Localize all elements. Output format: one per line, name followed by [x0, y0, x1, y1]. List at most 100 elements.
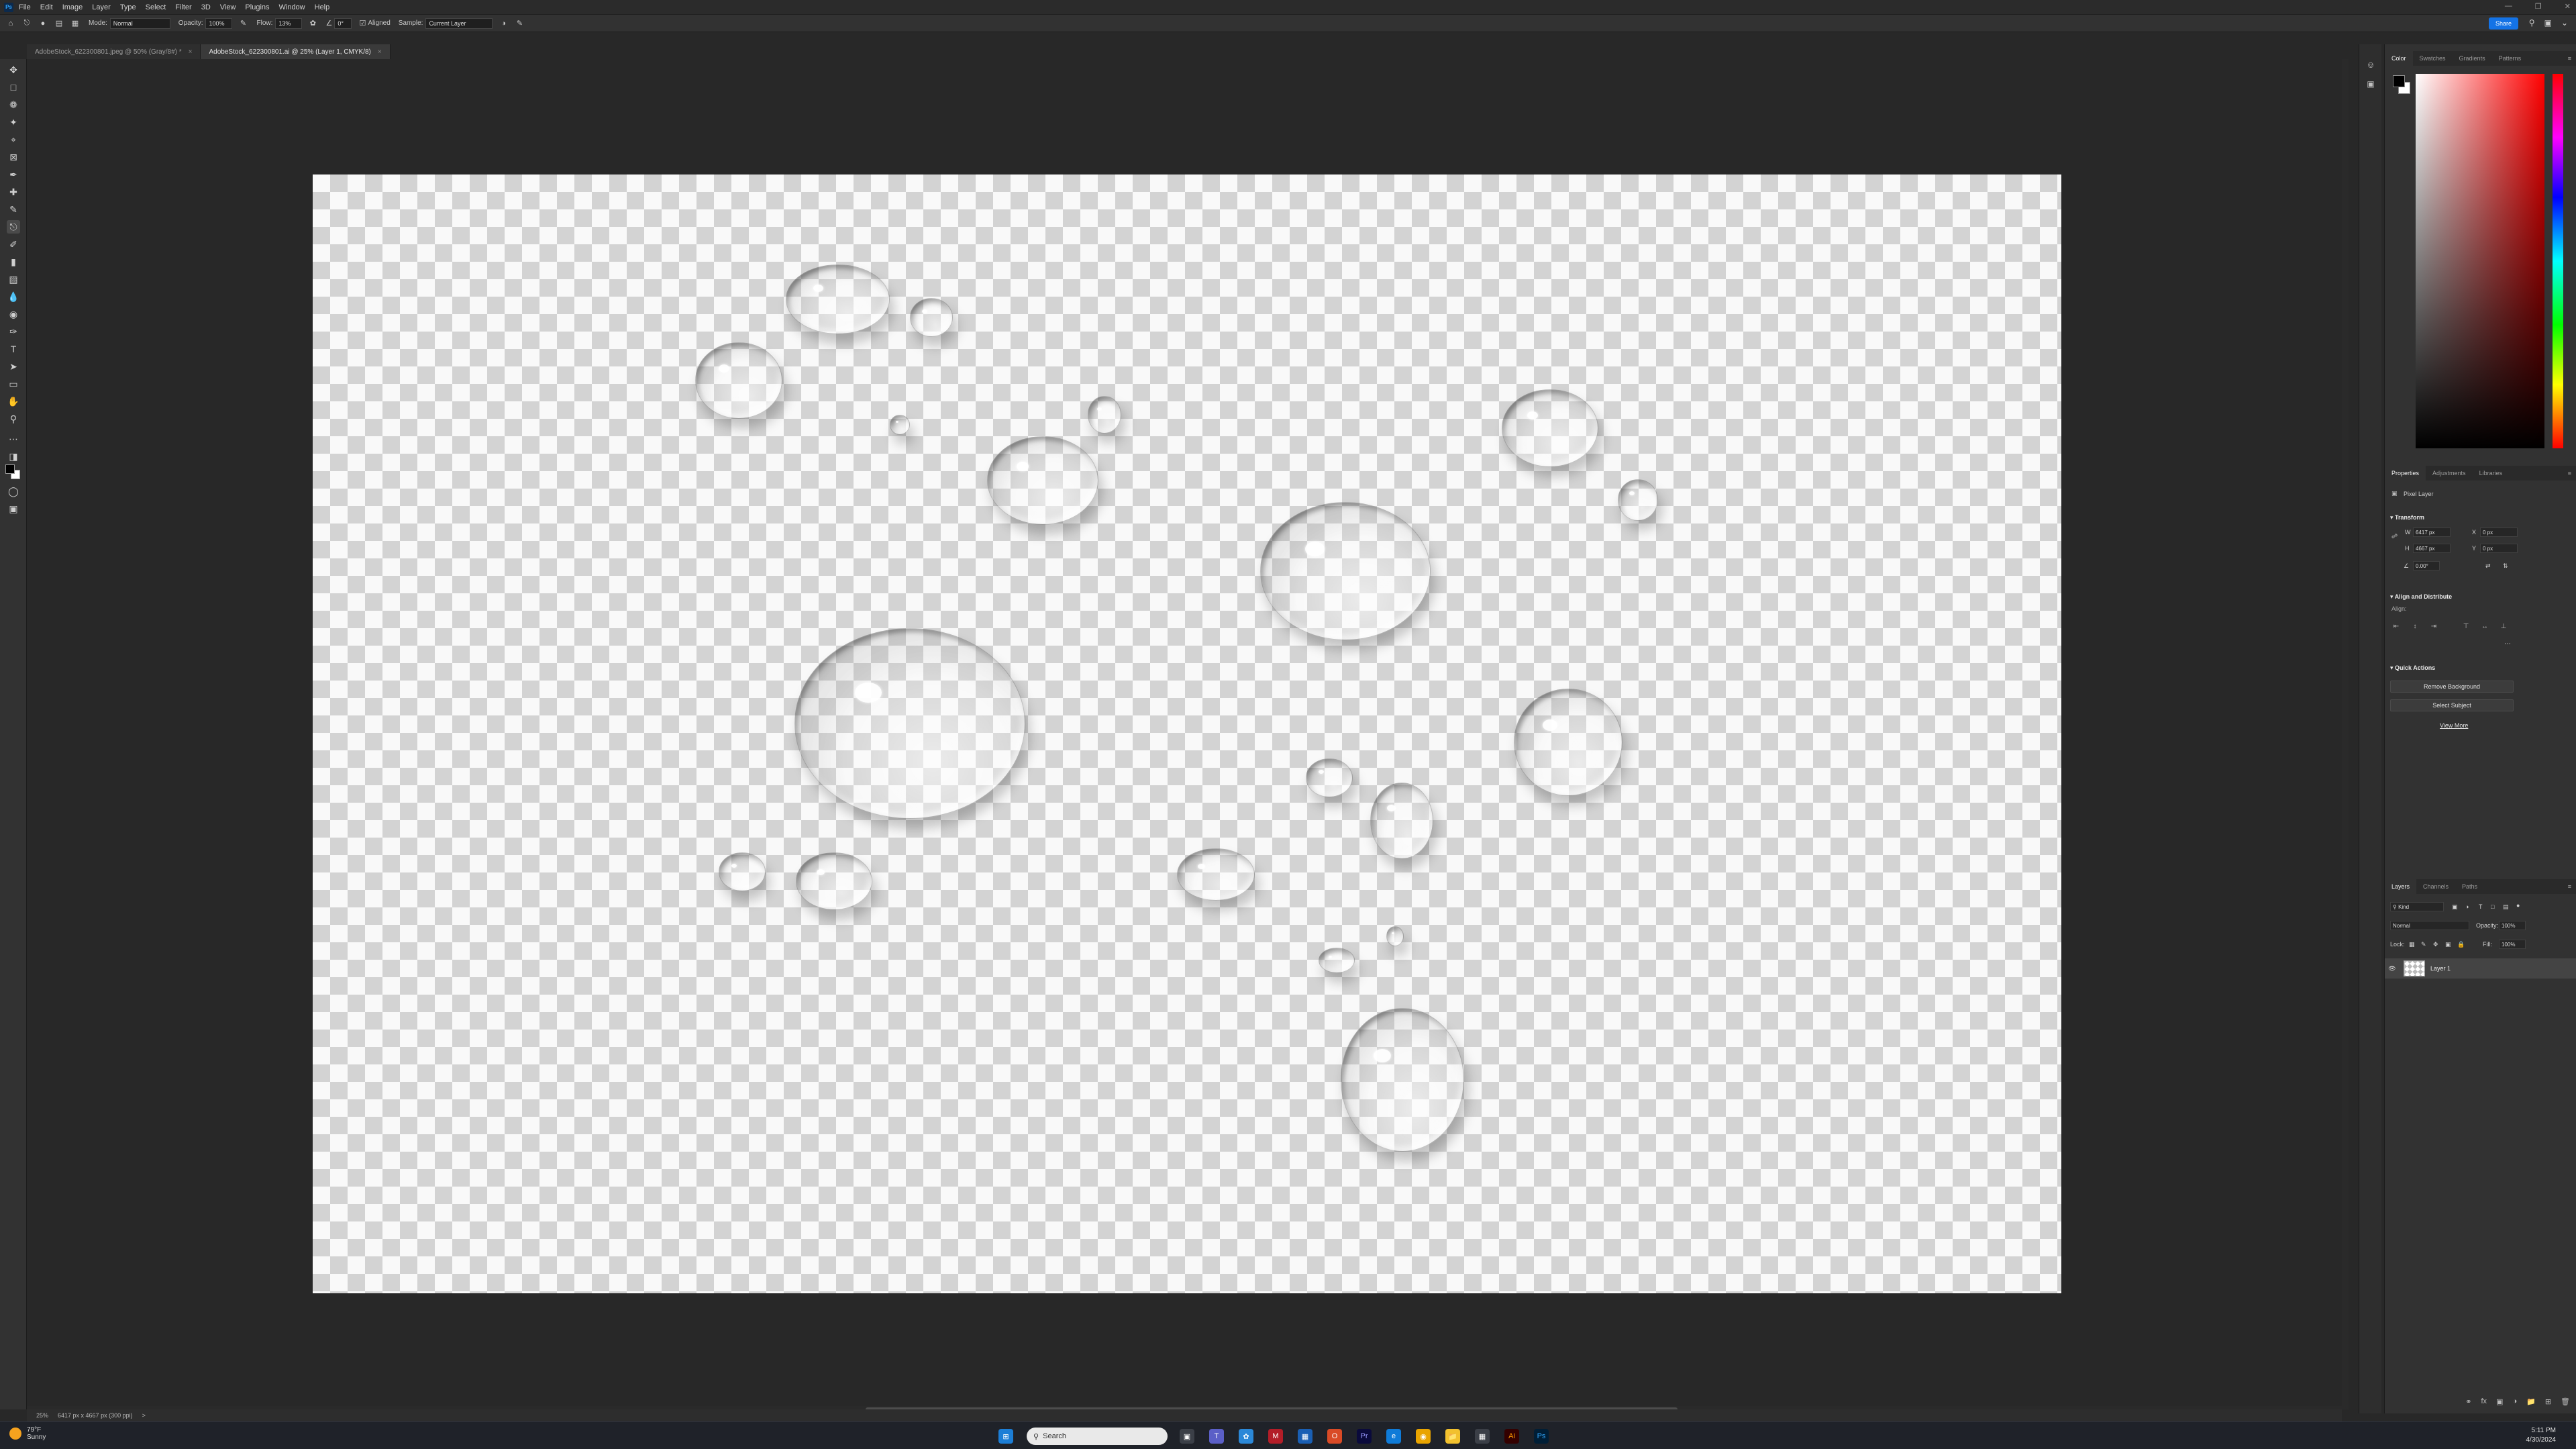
view-more-link[interactable]: View More — [2440, 722, 2468, 729]
more-align-icon[interactable]: ⋯ — [2503, 639, 2512, 648]
taskbar-search[interactable]: ⚲ Search — [1027, 1428, 1168, 1445]
tab-document-ai[interactable]: AdobeStock_622300801.ai @ 25% (Layer 1, … — [201, 44, 391, 59]
tab-patterns[interactable]: Patterns — [2492, 51, 2528, 66]
quick-mask-icon[interactable]: ◯ — [7, 485, 20, 498]
tab-adjustments[interactable]: Adjustments — [2426, 466, 2473, 481]
close-tab-icon[interactable]: × — [378, 48, 382, 56]
align-middle-v-icon[interactable]: ↔ — [2480, 621, 2489, 631]
task-view-icon[interactable]: ▣ — [1180, 1429, 1194, 1444]
brush-settings-icon[interactable]: ▤ — [54, 18, 64, 29]
dodge-tool-icon[interactable]: ◉ — [7, 307, 20, 321]
tab-layers[interactable]: Layers — [2385, 879, 2417, 894]
new-layer-icon[interactable]: ⊞ — [2545, 1397, 2551, 1409]
layer-row[interactable]: 👁 Layer 1 — [2385, 958, 2576, 979]
brush-tool-icon[interactable]: ✎ — [7, 203, 20, 216]
flip-vertical-icon[interactable]: ⇅ — [2503, 562, 2508, 570]
system-tray-clock[interactable]: 5:11 PM 4/30/2024 — [2526, 1426, 2557, 1445]
zoom-level[interactable]: 25% — [36, 1412, 48, 1419]
pressure-size-icon[interactable]: ✎ — [514, 18, 525, 29]
align-left-icon[interactable]: ⇤ — [2391, 621, 2401, 631]
remove-background-button[interactable]: Remove Background — [2390, 681, 2514, 693]
close-tab-icon[interactable]: × — [189, 48, 193, 56]
menu-file[interactable]: File — [19, 3, 31, 11]
menu-view[interactable]: View — [220, 3, 236, 11]
menu-3d[interactable]: 3D — [201, 3, 211, 11]
visibility-eye-icon[interactable]: 👁 — [2385, 965, 2400, 972]
flip-horizontal-icon[interactable]: ⇄ — [2485, 562, 2491, 570]
menu-select[interactable]: Select — [146, 3, 166, 11]
zoom-tool-icon[interactable]: ⚲ — [7, 412, 20, 426]
comments-panel-icon[interactable]: ▣ — [2365, 78, 2377, 90]
tab-libraries[interactable]: Libraries — [2473, 466, 2510, 481]
gradient-tool-icon[interactable]: ▨ — [7, 272, 20, 286]
pen-tool-icon[interactable]: ✑ — [7, 325, 20, 338]
photoshop-taskbar-icon[interactable]: Ps — [1534, 1429, 1549, 1444]
brush-preset-icon[interactable]: ● — [38, 18, 48, 29]
search-icon[interactable]: ⚲ — [2529, 18, 2535, 28]
menu-help[interactable]: Help — [315, 3, 330, 11]
quick-actions-section-title[interactable]: ▾ Quick Actions — [2390, 664, 2435, 672]
foreground-swatch[interactable] — [2393, 75, 2405, 87]
y-field[interactable]: 0 px — [2480, 544, 2518, 553]
angle-field[interactable]: 0.00° — [2413, 561, 2440, 570]
eraser-tool-icon[interactable]: ▮ — [7, 255, 20, 268]
start-icon[interactable]: ⊞ — [998, 1429, 1013, 1444]
photoshop-logo-icon[interactable]: Ps — [4, 2, 13, 12]
menu-window[interactable]: Window — [279, 3, 305, 11]
clone-source-icon[interactable]: ▦ — [70, 18, 81, 29]
copilot-icon[interactable]: ✿ — [1239, 1429, 1253, 1444]
adjustment-layer-icon[interactable]: ◑ — [2512, 1397, 2517, 1409]
edge-icon[interactable]: e — [1386, 1429, 1401, 1444]
align-top-icon[interactable]: ⊤ — [2461, 621, 2471, 631]
foreground-color-swatch[interactable] — [5, 464, 15, 474]
select-subject-button[interactable]: Select Subject — [2390, 699, 2514, 711]
history-brush-tool-icon[interactable]: ✐ — [7, 238, 20, 251]
crop-tool-icon[interactable]: ⌖ — [7, 133, 20, 146]
panel-menu-icon[interactable]: ≡ — [2568, 55, 2571, 62]
filter-shape-icon[interactable]: □ — [2491, 903, 2494, 910]
close-window-icon[interactable]: ✕ — [2565, 2, 2571, 11]
move-tool-icon[interactable]: ✥ — [7, 63, 20, 77]
color-picker-field[interactable] — [2416, 74, 2544, 448]
ignore-adjustment-layers-icon[interactable]: ◑ — [498, 18, 509, 29]
file-explorer-icon[interactable]: 📁 — [1445, 1429, 1460, 1444]
layer-name[interactable]: Layer 1 — [2430, 965, 2451, 972]
illustrator-icon[interactable]: Ai — [1504, 1429, 1519, 1444]
calculator-icon[interactable]: ▦ — [1475, 1429, 1490, 1444]
clone-stamp-tool-icon[interactable]: ⎋ — [21, 18, 32, 29]
more-tools-icon[interactable]: ⋯ — [7, 432, 20, 446]
hue-slider[interactable] — [2553, 74, 2563, 448]
mcafee-icon[interactable]: M — [1268, 1429, 1283, 1444]
default-colors-icon[interactable]: ◨ — [7, 450, 20, 463]
type-tool-icon[interactable]: T — [7, 342, 20, 356]
healing-brush-tool-icon[interactable]: ✚ — [7, 185, 20, 199]
lock-artboard-icon[interactable]: ▣ — [2445, 941, 2451, 948]
lasso-tool-icon[interactable]: ❁ — [7, 98, 20, 111]
layer-opacity-input[interactable]: 100% — [2499, 921, 2526, 930]
clone-stamp-tool-icon[interactable]: ⎋ — [7, 220, 20, 234]
layer-filter-kind[interactable]: ⚲ Kind — [2390, 902, 2444, 911]
width-field[interactable]: 6417 px — [2413, 528, 2451, 537]
lock-image-icon[interactable]: ✎ — [2421, 941, 2426, 948]
blend-mode-select[interactable]: Normal — [2390, 921, 2469, 930]
menu-edit[interactable]: Edit — [40, 3, 53, 11]
tab-document-jpeg[interactable]: AdobeStock_622300801.jpeg @ 50% (Gray/8#… — [27, 44, 201, 59]
tab-gradients[interactable]: Gradients — [2453, 51, 2492, 66]
aligned-checkbox[interactable]: ☑ — [357, 18, 368, 29]
filter-pixel-icon[interactable]: ▣ — [2452, 903, 2458, 911]
eyedropper-tool-icon[interactable]: ✒ — [7, 168, 20, 181]
filter-smart-object-icon[interactable]: ▤ — [2503, 903, 2509, 911]
angle-icon[interactable]: ∠ — [323, 18, 334, 29]
workspace-menu-icon[interactable]: ⌄ — [2561, 18, 2568, 28]
align-section-title[interactable]: ▾ Align and Distribute — [2390, 593, 2452, 601]
workspace-icon[interactable]: ▣ — [2544, 18, 2552, 28]
vertical-scrollbar[interactable] — [2342, 59, 2349, 1409]
office-icon[interactable]: O — [1327, 1429, 1342, 1444]
airbrush-icon[interactable]: ✿ — [307, 18, 318, 29]
menu-type[interactable]: Type — [120, 3, 136, 11]
history-panel-icon[interactable]: ⎊ — [2365, 59, 2377, 71]
menu-filter[interactable]: Filter — [175, 3, 191, 11]
lock-position-icon[interactable]: ✥ — [2433, 941, 2438, 948]
filter-adjustment-icon[interactable]: ◑ — [2465, 903, 2469, 910]
chrome-icon[interactable]: ◉ — [1416, 1429, 1431, 1444]
